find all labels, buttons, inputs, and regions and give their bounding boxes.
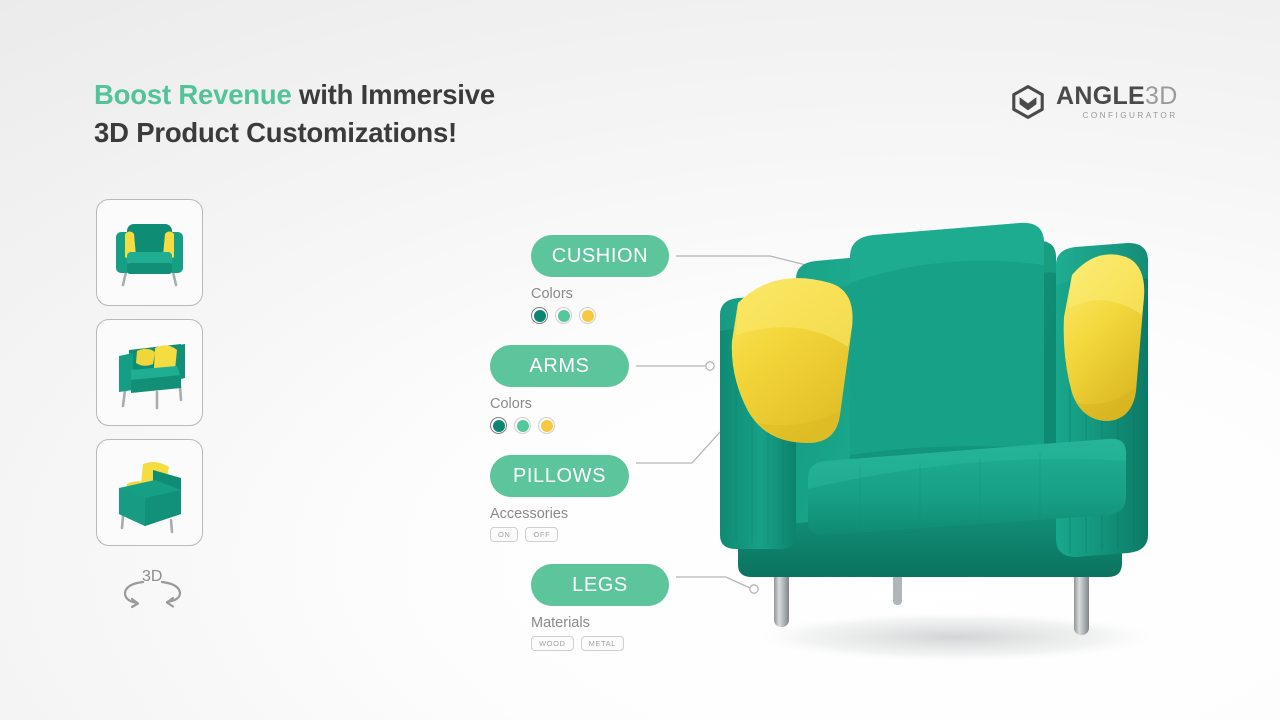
- option-title-legs: Materials: [531, 615, 590, 631]
- headline-line2: 3D Product Customizations!: [94, 117, 458, 148]
- toggle-group-legs[interactable]: WOOD METAL: [531, 636, 669, 651]
- hotspot-label-arms[interactable]: ARMS: [490, 345, 629, 387]
- headline-accent: Boost Revenue: [94, 79, 292, 110]
- slide-canvas: Boost Revenue with Immersive 3D Product …: [0, 0, 1280, 720]
- thumbnail-back-image: [119, 462, 181, 534]
- logo-word-main: ANGLE: [1056, 82, 1145, 110]
- thumbnail-angle-view[interactable]: [96, 319, 203, 426]
- toggle-wood[interactable]: WOOD: [531, 636, 574, 651]
- hotspot-arms[interactable]: ARMS Colors: [490, 345, 629, 434]
- hexagon-logo-icon: [1012, 85, 1044, 120]
- hotspot-cushion[interactable]: CUSHION Colors: [531, 235, 669, 324]
- swatch-yellow[interactable]: [579, 307, 596, 324]
- swatch-dark-teal[interactable]: [531, 307, 548, 324]
- armchair-3d-model[interactable]: [690, 205, 1210, 675]
- logo-subtitle: CONFIGURATOR: [1082, 111, 1178, 120]
- hotspot-label-pillows[interactable]: PILLOWS: [490, 455, 629, 497]
- toggle-off[interactable]: OFF: [525, 527, 559, 542]
- toggle-on[interactable]: ON: [490, 527, 519, 542]
- chair-back-cushion[interactable]: [850, 222, 1044, 486]
- chair-pillow-right[interactable]: [1063, 254, 1145, 421]
- thumbnail-back-view[interactable]: [96, 439, 203, 546]
- swatch-group-cushion[interactable]: [531, 307, 669, 324]
- toggle-metal[interactable]: METAL: [580, 636, 625, 651]
- hotspot-label-legs[interactable]: LEGS: [531, 564, 669, 606]
- thumbnail-front-view[interactable]: [96, 199, 203, 306]
- swatch-green[interactable]: [555, 307, 572, 324]
- hotspot-pillows[interactable]: PILLOWS Accessories ON OFF: [490, 455, 629, 542]
- swatch-yellow[interactable]: [538, 417, 555, 434]
- brand-logo[interactable]: ANGLE3D CONFIGURATOR: [1011, 84, 1178, 120]
- option-title-arms: Colors: [490, 396, 532, 412]
- toggle-group-pillows[interactable]: ON OFF: [490, 527, 629, 542]
- option-title-cushion: Colors: [531, 286, 573, 302]
- swatch-green[interactable]: [514, 417, 531, 434]
- logo-word-thin: 3D: [1145, 82, 1178, 110]
- headline-rest: with Immersive: [291, 79, 495, 110]
- rotate-3d-label: 3D: [142, 568, 163, 585]
- thumbnail-front-image: [116, 224, 183, 287]
- floor-shadow: [745, 611, 1165, 663]
- page-title: Boost Revenue with Immersive 3D Product …: [94, 76, 714, 152]
- hotspot-legs[interactable]: LEGS Materials WOOD METAL: [531, 564, 669, 651]
- swatch-dark-teal[interactable]: [490, 417, 507, 434]
- hotspot-label-cushion[interactable]: CUSHION: [531, 235, 669, 277]
- option-title-pillows: Accessories: [490, 506, 569, 522]
- swatch-group-arms[interactable]: [490, 417, 629, 434]
- rotate-3d-control[interactable]: 3D: [117, 568, 187, 612]
- thumbnail-angle-image: [119, 344, 185, 410]
